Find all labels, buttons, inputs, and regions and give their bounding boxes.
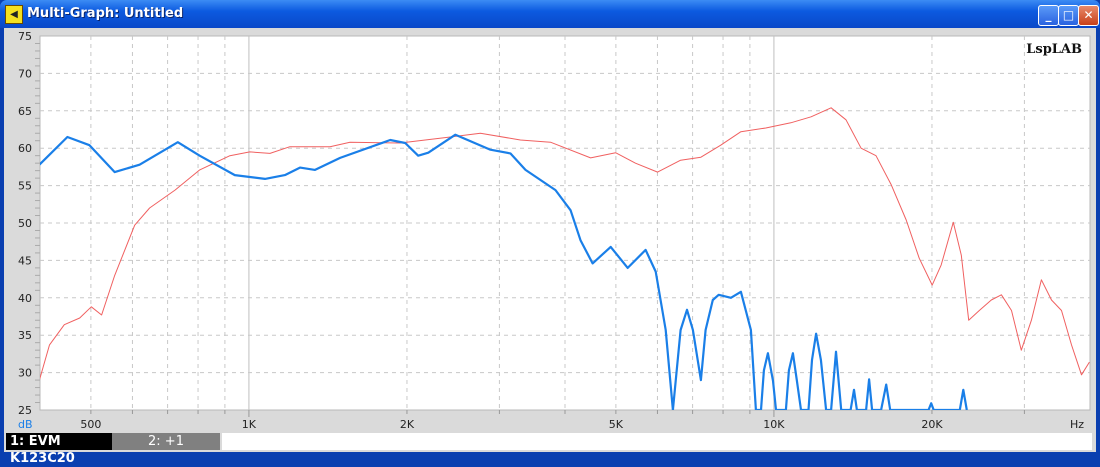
legend: 1: EVM K123C20 2: +1 bbox=[6, 433, 220, 466]
frequency-response-chart[interactable]: 25 30 35 40 45 50 55 60 65 70 75 500 1K 2K 5K 10K 20K Ls… bbox=[0, 0, 1100, 456]
x-tick-label: 20K bbox=[921, 418, 943, 431]
legend-empty-area bbox=[222, 433, 1092, 450]
y-tick-label: 50 bbox=[18, 217, 32, 230]
y-tick-label: 25 bbox=[18, 404, 32, 417]
y-tick-label: 45 bbox=[18, 254, 32, 267]
y-axis-unit: dB bbox=[18, 418, 33, 431]
y-tick-label: 75 bbox=[18, 30, 32, 43]
x-tick-label: 1K bbox=[242, 418, 257, 431]
y-tick-label: 40 bbox=[18, 292, 32, 305]
y-tick-label: 30 bbox=[18, 367, 32, 380]
brand-logo: LspLAB bbox=[1026, 42, 1082, 57]
x-tick-label: 500 bbox=[80, 418, 101, 431]
y-tick-label: 60 bbox=[18, 142, 32, 155]
y-tick-label: 55 bbox=[18, 180, 32, 193]
y-tick-label: 70 bbox=[18, 67, 32, 80]
x-tick-label: 5K bbox=[609, 418, 624, 431]
x-tick-label: 10K bbox=[763, 418, 785, 431]
x-axis-unit: Hz bbox=[1070, 418, 1084, 431]
y-tick-label: 65 bbox=[18, 105, 32, 118]
y-tick-label: 35 bbox=[18, 329, 32, 342]
legend-item-2[interactable]: 2: +1 bbox=[112, 433, 220, 450]
legend-item-1[interactable]: 1: EVM K123C20 bbox=[6, 433, 112, 466]
x-tick-label: 2K bbox=[400, 418, 415, 431]
